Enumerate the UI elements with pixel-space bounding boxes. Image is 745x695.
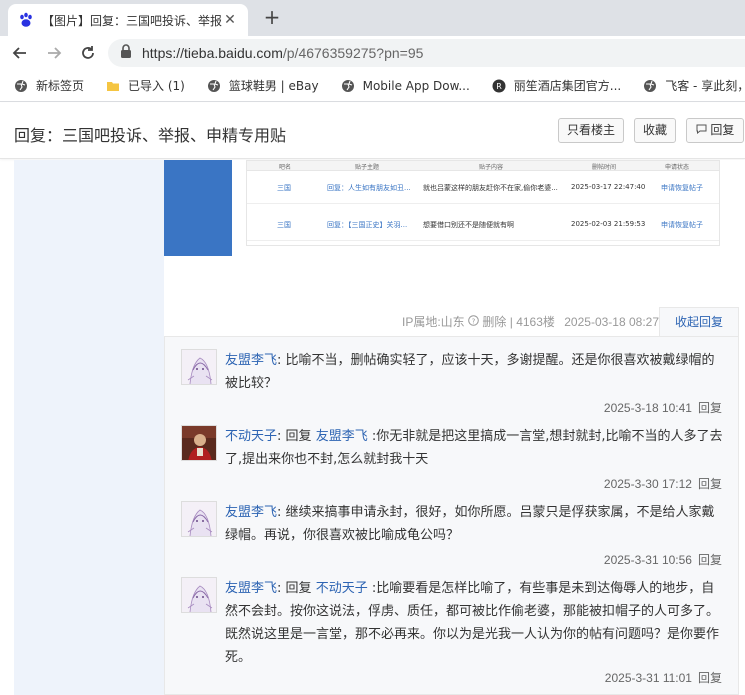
- page-title: 回复：三国吧投诉、举报、申精专用贴: [14, 126, 287, 145]
- lock-icon[interactable]: [120, 44, 132, 62]
- reply-content: 友盟李飞: 比喻不当，删帖确实轻了，应该十天，多谢提醒。还是你很喜欢被戴绿帽的被…: [225, 353, 715, 391]
- avatar[interactable]: [181, 577, 217, 613]
- reply-meta: 2025-3-30 17:12 回复: [604, 475, 722, 492]
- image-table-header: 吧名 贴子主题 贴子内容 删帖时间 申请状态: [247, 161, 719, 171]
- globe-icon: [643, 79, 657, 93]
- bookmark-item[interactable]: Mobile App Dow...: [341, 79, 470, 93]
- folder-icon: [106, 79, 120, 93]
- comment-icon: [696, 123, 707, 137]
- reply-to-username-link[interactable]: 不动天子: [316, 581, 368, 596]
- thread-header: 回复：三国吧投诉、举报、申精专用贴 只看楼主 收藏 回复: [0, 103, 745, 159]
- reply-link[interactable]: 回复: [698, 401, 722, 415]
- post-footer: IP属地:山东 ? 删除 | 4163楼 2025-03-18 08:27: [402, 315, 659, 329]
- bookmark-item[interactable]: R 丽笙酒店集团官方...: [492, 77, 621, 94]
- reply-link[interactable]: 回复: [698, 671, 722, 685]
- image-sidebar-block: [164, 160, 232, 256]
- globe-icon: [341, 79, 355, 93]
- bookmarks-bar: 新标签页 已导入 (1) 篮球鞋男 | eBay Mobile App Dow.…: [0, 70, 745, 102]
- username-link[interactable]: 友盟李飞: [225, 353, 277, 368]
- reply-meta: 2025-3-31 11:01 回复: [605, 669, 722, 686]
- bookmark-item[interactable]: 篮球鞋男 | eBay: [207, 77, 319, 94]
- bookmark-item[interactable]: 已导入 (1): [106, 77, 185, 94]
- tab-title: 【图片】回复：三国吧投诉、举报: [42, 13, 222, 28]
- url-text: https://tieba.baidu.com/p/4676359275?pn=…: [142, 45, 424, 61]
- reply-text: 继续来搞事申请永封，很好，如你所愿。吕蒙只是俘获家属，不是给人家戴绿帽。再说，你…: [225, 505, 715, 543]
- table-row: 三国 回复：【三国正史】关羽... 想要借口别还不是随便就有啊 2025-02-…: [247, 209, 719, 241]
- table-row: 三国 回复：人生如有朋友如丑... 就也吕蒙这样的朋友赶你不在家,偷你老婆...…: [247, 172, 719, 204]
- avatar[interactable]: [181, 349, 217, 385]
- reply-list: 友盟李飞: 比喻不当，删帖确实轻了，应该十天，多谢提醒。还是你很喜欢被戴绿帽的被…: [164, 336, 739, 695]
- svg-text:?: ?: [472, 317, 476, 325]
- tab-bar: 【图片】回复：三国吧投诉、举报 ✕ +: [0, 0, 745, 36]
- floor-number: 4163楼: [516, 315, 555, 329]
- help-icon[interactable]: ?: [468, 315, 479, 329]
- bookmark-item[interactable]: 飞客 - 享此刻，享...: [643, 77, 745, 94]
- reply-content: 不动天子: 回复 友盟李飞 :你无非就是把这里搞成一言堂,想封就封,比喻不当的人…: [225, 429, 723, 467]
- left-rail: [14, 160, 164, 695]
- forward-arrow-icon[interactable]: [40, 39, 68, 67]
- reply-meta: 2025-3-18 10:41 回复: [604, 399, 722, 416]
- reload-icon[interactable]: [74, 39, 102, 67]
- close-icon[interactable]: ✕: [222, 12, 238, 28]
- username-link[interactable]: 友盟李飞: [225, 581, 277, 596]
- post-time: 2025-03-18 08:27: [564, 315, 659, 329]
- reply-to-username-link[interactable]: 友盟李飞: [316, 429, 368, 444]
- address-bar[interactable]: https://tieba.baidu.com/p/4676359275?pn=…: [108, 39, 745, 67]
- reply-content: 友盟李飞: 回复 不动天子 :比喻要看是怎样比喻了，有些事是未到达侮辱人的地步，…: [225, 581, 720, 665]
- reply-time: 2025-3-18 10:41: [603, 401, 692, 415]
- baidu-paw-icon: [18, 12, 34, 28]
- username-link[interactable]: 不动天子: [225, 429, 277, 444]
- reply-link[interactable]: 回复: [698, 477, 722, 491]
- reply-content: 友盟李飞: 继续来搞事申请永封，很好，如你所愿。吕蒙只是俘获家属，不是给人家戴绿…: [225, 505, 715, 543]
- browser-toolbar: https://tieba.baidu.com/p/4676359275?pn=…: [0, 36, 745, 70]
- hotel-icon: R: [492, 79, 506, 93]
- reply-button[interactable]: 回复: [686, 118, 744, 143]
- only-op-button[interactable]: 只看楼主: [558, 118, 624, 143]
- ip-location: IP属地:山东: [402, 315, 465, 329]
- reply-link[interactable]: 回复: [698, 553, 722, 567]
- reply-time: 2025-3-31 11:01: [604, 671, 692, 685]
- globe-icon: [14, 79, 28, 93]
- favorite-button[interactable]: 收藏: [634, 118, 676, 143]
- collapse-replies-button[interactable]: 收起回复: [659, 307, 739, 337]
- reply-time: 2025-3-31 10:56: [603, 553, 692, 567]
- reply-meta: 2025-3-31 10:56 回复: [604, 551, 722, 568]
- avatar[interactable]: [181, 425, 217, 461]
- post-image[interactable]: 吧名 贴子主题 贴子内容 删帖时间 申请状态 三国 回复：人生如有朋友如丑...…: [164, 160, 722, 256]
- post-content: 吧名 贴子主题 贴子内容 删帖时间 申请状态 三国 回复：人生如有朋友如丑...…: [164, 160, 745, 695]
- new-tab-icon[interactable]: +: [260, 6, 284, 30]
- globe-icon: [207, 79, 221, 93]
- back-arrow-icon[interactable]: [6, 39, 34, 67]
- delete-link[interactable]: 删除: [482, 315, 506, 329]
- image-table: 吧名 贴子主题 贴子内容 删帖时间 申请状态 三国 回复：人生如有朋友如丑...…: [246, 160, 720, 246]
- svg-text:R: R: [496, 82, 502, 91]
- reply-text: 比喻不当，删帖确实轻了，应该十天，多谢提醒。还是你很喜欢被戴绿帽的被比较？: [225, 353, 715, 391]
- bookmark-item[interactable]: 新标签页: [14, 77, 84, 94]
- active-tab[interactable]: 【图片】回复：三国吧投诉、举报 ✕: [8, 4, 248, 36]
- avatar[interactable]: [181, 501, 217, 537]
- username-link[interactable]: 友盟李飞: [225, 505, 277, 520]
- reply-time: 2025-3-30 17:12: [603, 477, 692, 491]
